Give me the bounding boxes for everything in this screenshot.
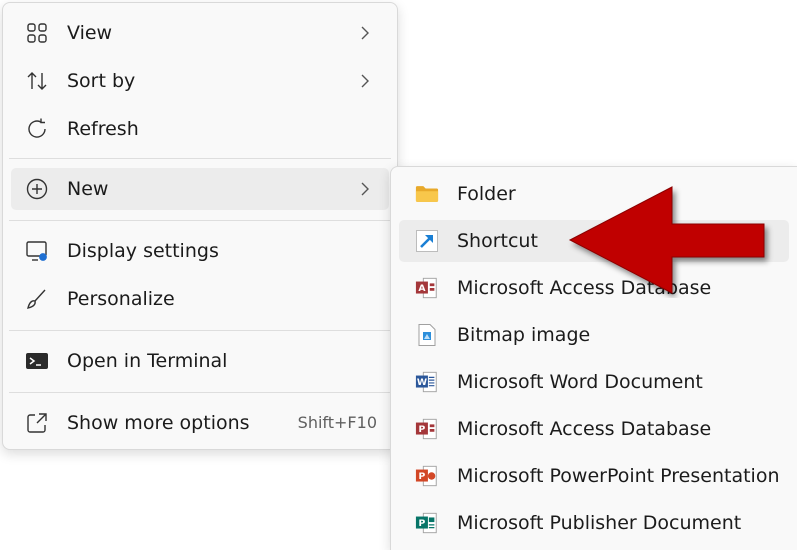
chevron-right-icon <box>355 71 375 91</box>
menu-item-label: View <box>67 22 113 44</box>
chevron-right-icon <box>355 23 375 43</box>
grid-icon <box>25 21 49 45</box>
terminal-icon <box>25 349 49 373</box>
menu-item-label: Show more options <box>67 412 250 434</box>
menu-separator <box>9 392 391 393</box>
shortcut-icon <box>415 229 439 253</box>
submenu-item-label: Microsoft Word Document <box>457 371 703 393</box>
menu-item-view[interactable]: View <box>11 12 389 54</box>
publisher-icon: P <box>415 511 439 535</box>
refresh-icon <box>25 117 49 141</box>
submenu-item-bitmap-image[interactable]: Bitmap image <box>399 314 789 356</box>
chevron-right-icon <box>355 179 375 199</box>
menu-item-label: Personalize <box>67 288 175 310</box>
submenu-item-powerpoint-presentation[interactable]: P Microsoft PowerPoint Presentation <box>399 455 789 497</box>
menu-item-label: Sort by <box>67 70 136 92</box>
svg-text:P: P <box>419 518 426 529</box>
svg-text:W: W <box>417 377 427 388</box>
share-window-icon <box>25 411 49 435</box>
menu-separator <box>9 330 391 331</box>
access-icon: P <box>415 417 439 441</box>
submenu-item-label: Microsoft Access Database <box>457 418 712 440</box>
svg-text:A: A <box>418 283 426 294</box>
word-icon: W <box>415 370 439 394</box>
menu-item-new[interactable]: New <box>11 168 389 210</box>
menu-separator <box>9 220 391 221</box>
menu-item-sort-by[interactable]: Sort by <box>11 60 389 102</box>
bitmap-icon <box>415 323 439 347</box>
submenu-item-label: Shortcut <box>457 230 538 252</box>
menu-item-open-in-terminal[interactable]: Open in Terminal <box>11 340 389 382</box>
brush-icon <box>25 287 49 311</box>
plus-circle-icon <box>25 177 49 201</box>
menu-item-personalize[interactable]: Personalize <box>11 278 389 320</box>
submenu-item-access-database-2[interactable]: P Microsoft Access Database <box>399 408 789 450</box>
folder-icon <box>415 182 439 206</box>
svg-text:P: P <box>419 424 426 435</box>
sort-icon <box>25 69 49 93</box>
menu-item-display-settings[interactable]: Display settings <box>11 230 389 272</box>
annotation-arrow-icon <box>568 186 765 294</box>
menu-item-show-more-options[interactable]: Show more options Shift+F10 <box>11 402 389 444</box>
access-icon: A <box>415 276 439 300</box>
menu-item-label: Display settings <box>67 240 219 262</box>
submenu-item-label: Folder <box>457 183 516 205</box>
svg-text:P: P <box>419 471 426 482</box>
menu-separator <box>9 158 391 159</box>
submenu-item-label: Microsoft PowerPoint Presentation <box>457 465 780 487</box>
keyboard-shortcut: Shift+F10 <box>297 413 377 432</box>
submenu-item-label: Bitmap image <box>457 324 591 346</box>
submenu-item-publisher-document[interactable]: P Microsoft Publisher Document <box>399 502 789 544</box>
desktop-context-menu: View Sort by Refresh New Display setting… <box>2 2 398 450</box>
submenu-item-label: Microsoft Publisher Document <box>457 512 742 534</box>
display-settings-icon <box>25 239 49 263</box>
submenu-item-word-document[interactable]: W Microsoft Word Document <box>399 361 789 403</box>
menu-item-label: Open in Terminal <box>67 350 228 372</box>
menu-item-refresh[interactable]: Refresh <box>11 108 389 150</box>
menu-item-label: New <box>67 178 109 200</box>
powerpoint-icon: P <box>415 464 439 488</box>
menu-item-label: Refresh <box>67 118 139 140</box>
